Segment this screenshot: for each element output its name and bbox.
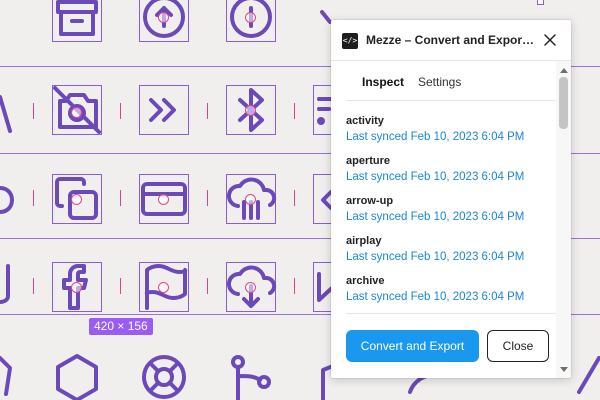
- list-item[interactable]: aperture Last synced Feb 10, 2023 6:04 P…: [346, 142, 556, 183]
- git-branch-icon[interactable]: [226, 352, 276, 400]
- component-name: activity: [346, 115, 384, 127]
- code-icon: </>: [342, 33, 358, 49]
- selection-size-badge: 420 × 156: [89, 318, 153, 335]
- spacing-marker: [120, 278, 121, 294]
- arrow-up-circle-icon[interactable]: [139, 0, 189, 42]
- arrow-up-icon[interactable]: [226, 0, 276, 42]
- frame-resize-handle[interactable]: [537, 0, 544, 5]
- list-item[interactable]: arrow-up Last synced Feb 10, 2023 6:04 P…: [346, 182, 556, 223]
- spacing-marker: [33, 103, 34, 119]
- facebook-icon[interactable]: [52, 262, 102, 312]
- list-scrollbar[interactable]: [556, 61, 571, 378]
- spacing-marker: [120, 190, 121, 206]
- synced-components-list: activity Last synced Feb 10, 2023 6:04 P…: [346, 102, 556, 312]
- download-cloud-icon[interactable]: [226, 262, 277, 312]
- plugin-titlebar[interactable]: </> Mezze – Convert and Export I...: [331, 20, 571, 61]
- last-synced-link[interactable]: Last synced Feb 10, 2023 6:04 PM: [346, 291, 524, 304]
- credit-card-icon[interactable]: [139, 174, 189, 224]
- component-name: airplay: [346, 235, 382, 247]
- scroll-up-arrow-icon[interactable]: [560, 68, 568, 73]
- chevrons-right-icon[interactable]: [139, 85, 189, 135]
- partial-icon-right-edge: [575, 352, 600, 400]
- cloud-drizzle-icon[interactable]: [226, 174, 277, 224]
- list-item[interactable]: archive Last synced Feb 10, 2023 6:04 PM: [346, 262, 556, 304]
- spacing-marker: [120, 103, 121, 119]
- convert-and-export-button[interactable]: Convert and Export: [346, 330, 479, 362]
- spacing-marker: [207, 103, 208, 119]
- scroll-down-arrow-icon[interactable]: [560, 367, 568, 372]
- plugin-window: </> Mezze – Convert and Export I... Insp…: [331, 20, 571, 378]
- partial-icon-left: [0, 85, 14, 135]
- life-buoy-icon[interactable]: [139, 352, 189, 400]
- spacing-marker: [33, 190, 34, 206]
- list-item[interactable]: airplay Last synced Feb 10, 2023 6:04 PM: [346, 222, 556, 263]
- close-icon[interactable]: [542, 32, 558, 48]
- partial-icon-left: [0, 352, 14, 400]
- spacing-marker: [294, 278, 295, 294]
- copy-icon[interactable]: [52, 174, 102, 224]
- scrollbar-thumb[interactable]: [559, 77, 568, 129]
- plugin-title: Mezze – Convert and Export I...: [366, 33, 536, 47]
- bluetooth-icon[interactable]: [226, 85, 276, 135]
- component-name: arrow-up: [346, 195, 394, 207]
- spacing-marker: [207, 278, 208, 294]
- rss-icon[interactable]: [313, 85, 335, 135]
- hexagon-icon[interactable]: [52, 352, 102, 400]
- play-icon[interactable]: [313, 262, 335, 312]
- tab-settings[interactable]: Settings: [418, 75, 461, 89]
- partial-icon-left: [0, 174, 15, 224]
- tab-inspect[interactable]: Inspect: [362, 75, 404, 89]
- spacing-marker: [294, 190, 295, 206]
- partial-icon-left: [0, 262, 14, 312]
- flag-icon[interactable]: [139, 262, 189, 312]
- camera-off-icon[interactable]: [52, 85, 102, 135]
- spacing-marker: [294, 103, 295, 119]
- archive-icon[interactable]: [52, 0, 102, 42]
- list-divider: [346, 313, 556, 314]
- spacing-marker: [207, 190, 208, 206]
- plugin-tabs: Inspect Settings: [346, 61, 556, 101]
- close-button[interactable]: Close: [487, 330, 549, 362]
- partial-icon-right: [313, 352, 335, 400]
- spacing-marker: [33, 278, 34, 294]
- component-name: aperture: [346, 155, 391, 167]
- component-name: archive: [346, 275, 385, 287]
- chevron-left-partial-icon: [313, 174, 333, 224]
- list-item[interactable]: activity Last synced Feb 10, 2023 6:04 P…: [346, 102, 556, 143]
